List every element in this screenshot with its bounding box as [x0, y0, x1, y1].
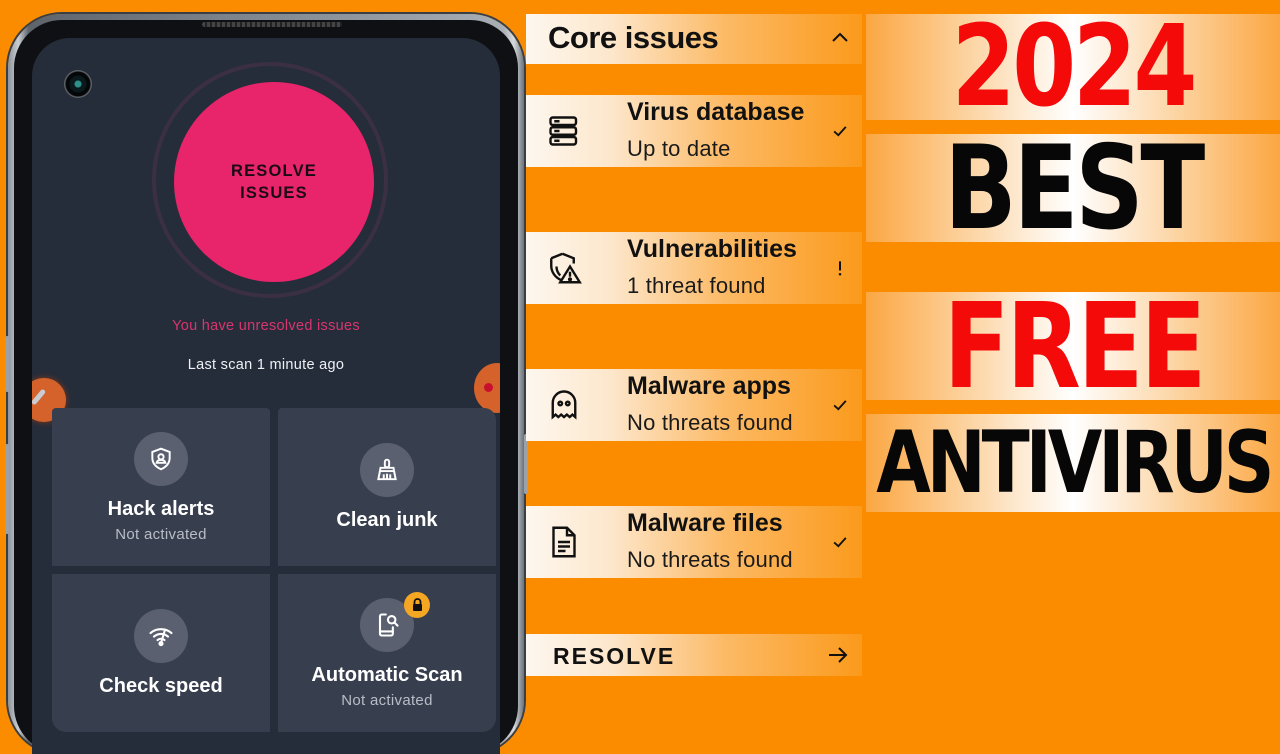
issue-row-virus-database[interactable]: Virus database Up to date [526, 95, 862, 167]
tile-clean-junk[interactable]: Clean junk [278, 408, 496, 566]
tile-subtitle: Not activated [115, 525, 207, 543]
resolve-issues-label: ISSUES [240, 184, 308, 202]
issue-row-malware-files[interactable]: Malware files No threats found [526, 506, 862, 578]
tile-title: Automatic Scan [311, 663, 463, 686]
phone-mockup: RESOLVE ISSUES You have unresolved issue… [5, 14, 528, 754]
issue-status: Up to date [627, 136, 731, 161]
core-issues-header[interactable]: Core issues [526, 14, 862, 64]
last-scan-text: Last scan 1 minute ago [187, 357, 345, 373]
issue-row-vulnerabilities[interactable]: Vulnerabilities 1 threat found [526, 232, 862, 304]
headline-free: FREE [866, 277, 1280, 415]
shield-warning-icon [550, 252, 582, 284]
tile-automatic-scan[interactable]: Automatic Scan Not activated [278, 574, 496, 732]
tile-title: Hack alerts [107, 497, 215, 520]
issue-status: 1 threat found [627, 273, 766, 298]
resolve-issues-button[interactable]: RESOLVE ISSUES [174, 82, 374, 282]
headline-free-text: FREE [943, 277, 1206, 415]
tile-hack-alerts[interactable]: Hack alerts Not activated [52, 408, 270, 566]
lock-icon [412, 597, 422, 611]
chevron-up-icon[interactable] [828, 26, 852, 50]
tile-title: Check speed [99, 674, 223, 697]
phone-search-icon [360, 591, 430, 652]
tile-check-speed[interactable]: Check speed [52, 574, 270, 732]
issue-status: No threats found [627, 547, 793, 572]
tile-subtitle: Not activated [341, 691, 433, 709]
check-icon [833, 126, 847, 137]
premium-lock-badge [404, 591, 430, 618]
issue-row-malware-apps[interactable]: Malware apps No threats found [526, 369, 862, 441]
document-icon [552, 526, 576, 558]
headline-antivirus: ANTIVIRUS [866, 413, 1280, 513]
shield-user-icon [134, 431, 188, 486]
power-button [524, 434, 528, 494]
check-icon [833, 400, 847, 411]
feature-grid: Hack alerts Not activated Clean junk Che… [52, 408, 496, 734]
headline-antivirus-text: ANTIVIRUS [875, 413, 1274, 513]
ghost-icon [551, 390, 577, 420]
headline-best: BEST [866, 121, 1280, 256]
app-screen: RESOLVE ISSUES You have unresolved issue… [32, 38, 500, 754]
issue-title: Vulnerabilities [627, 235, 797, 263]
headline-year: 2024 [866, 2, 1280, 132]
resolve-label: RESOLVE [553, 643, 676, 669]
issue-title: Malware apps [627, 372, 791, 400]
check-icon [833, 537, 847, 548]
headline-year-text: 2024 [951, 2, 1198, 132]
issue-status: No threats found [627, 410, 793, 435]
tile-title: Clean junk [336, 508, 438, 531]
notification-dot [484, 383, 493, 392]
headline-best-text: BEST [944, 120, 1205, 256]
resolve-button[interactable]: RESOLVE [526, 634, 862, 676]
issue-title: Virus database [627, 98, 805, 126]
resolve-issues-label: RESOLVE [230, 162, 318, 180]
front-camera [64, 70, 92, 98]
core-issues-title: Core issues [548, 20, 719, 55]
arrow-right-icon [829, 647, 848, 663]
exclamation-icon [838, 261, 842, 276]
wifi-speed-icon [134, 608, 188, 663]
broom-icon [360, 442, 414, 497]
unresolved-status-text: You have unresolved issues [172, 318, 360, 334]
volume-button [5, 336, 9, 392]
issue-title: Malware files [627, 509, 783, 537]
speaker-grille [202, 22, 342, 27]
volume-button [5, 444, 9, 534]
database-icon [549, 116, 578, 146]
